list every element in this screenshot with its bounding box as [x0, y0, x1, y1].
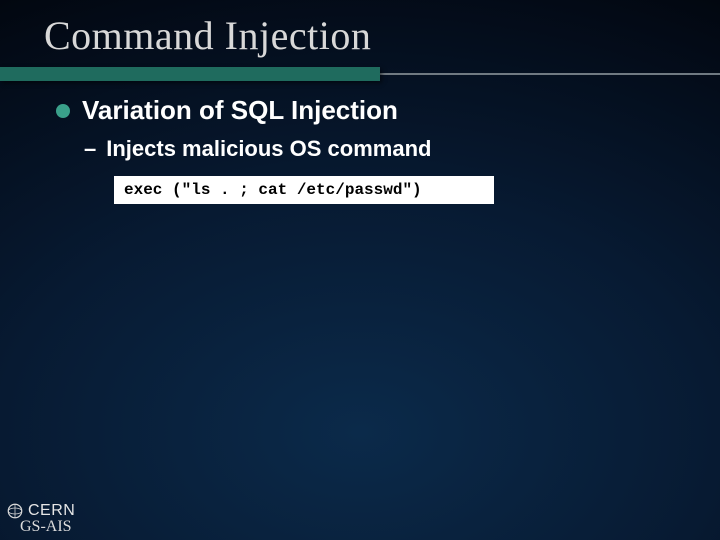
bullet-text: Variation of SQL Injection	[82, 95, 398, 126]
dash-icon: –	[84, 136, 96, 162]
title-underline	[0, 67, 720, 81]
code-example: exec ("ls . ; cat /etc/passwd")	[114, 176, 494, 204]
sub-bullet-text: Injects malicious OS command	[106, 136, 431, 162]
bullet-level-2: – Injects malicious OS command	[84, 136, 672, 162]
bullet-dot-icon	[56, 104, 70, 118]
slide-title: Command Injection	[0, 0, 720, 67]
footer-dept-label: GS-AIS	[20, 518, 75, 536]
footer: CERN GS-AIS	[6, 502, 75, 536]
content-area: Variation of SQL Injection – Injects mal…	[0, 95, 720, 204]
underline-accent-bar	[0, 67, 380, 81]
bullet-level-1: Variation of SQL Injection	[56, 95, 672, 126]
